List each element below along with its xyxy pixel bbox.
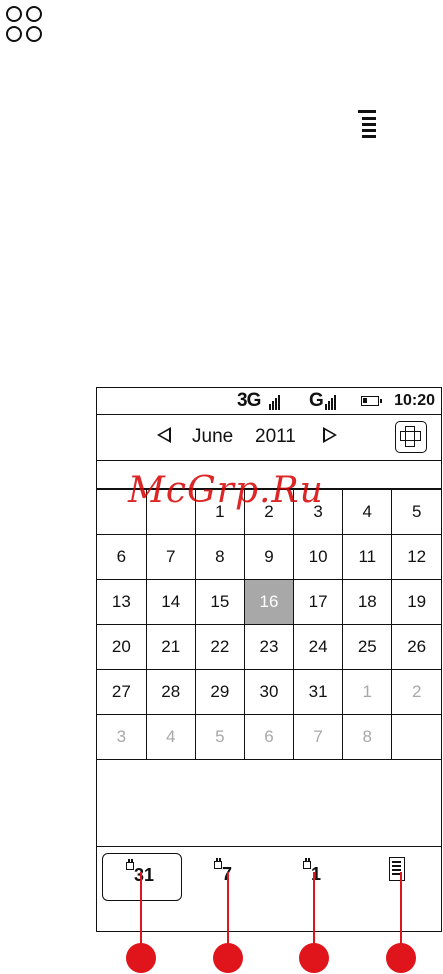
week-row: 20 21 22 23 24 25 26: [97, 624, 441, 670]
calendar-icon: [303, 858, 311, 869]
day-cell[interactable]: 12: [391, 534, 441, 580]
day-cell[interactable]: 31: [293, 669, 344, 715]
day-cell[interactable]: 17: [293, 579, 344, 625]
menu-icon: [358, 110, 376, 138]
callout-marker-2: [213, 943, 243, 973]
month-grid: 1 2 3 4 5 6 7 8 9 10 11 12 13 14 15 16 17 18 19 20 21 22 23 24 2…: [97, 489, 441, 760]
calendar-header: June 2011: [97, 415, 441, 461]
view-tab-bar: 31 7 1: [97, 846, 441, 932]
signal-icon-sim2: [325, 392, 339, 410]
day-cell[interactable]: 5: [194, 714, 245, 760]
day-cell[interactable]: 14: [145, 579, 196, 625]
day-cell[interactable]: 1: [342, 669, 393, 715]
day-cell[interactable]: 18: [342, 579, 393, 625]
clock: 10:20: [394, 392, 435, 409]
signal-icon-sim1: [269, 392, 283, 410]
day-cell[interactable]: 2: [391, 669, 441, 715]
week-row: 27 28 29 30 31 1 2: [97, 669, 441, 715]
callout-line-4: [400, 872, 402, 946]
day-cell[interactable]: 20: [97, 624, 147, 670]
day-cell[interactable]: 8: [342, 714, 393, 760]
day-cell[interactable]: 26: [391, 624, 441, 670]
day-cell[interactable]: 13: [97, 579, 147, 625]
tab-list-view[interactable]: [387, 853, 417, 901]
watermark: McGrp.Ru: [128, 470, 324, 511]
day-cell[interactable]: 6: [97, 534, 147, 580]
day-cell[interactable]: 29: [194, 669, 245, 715]
day-cell[interactable]: 8: [194, 534, 245, 580]
day-cell[interactable]: 19: [391, 579, 441, 625]
day-cell[interactable]: 6: [243, 714, 295, 760]
day-cell[interactable]: 24: [293, 624, 344, 670]
day-cell[interactable]: 10: [293, 534, 344, 580]
callout-marker-3: [299, 943, 329, 973]
day-cell[interactable]: 4: [145, 714, 196, 760]
day-cell[interactable]: 28: [145, 669, 196, 715]
day-cell[interactable]: 3: [97, 714, 147, 760]
apps-icon: [4, 4, 44, 44]
next-month-icon[interactable]: [323, 427, 337, 443]
day-cell[interactable]: 30: [243, 669, 295, 715]
network-g-label: G: [309, 390, 324, 411]
list-icon: [389, 857, 405, 881]
phone-screen: 3G G 10:20 June 2011 1 2 3 4 5 6 7 8 9 10 11 12 13 14…: [96, 387, 442, 932]
tab-month-view[interactable]: 31: [102, 853, 182, 901]
week-row: 6 7 8 9 10 11 12: [97, 534, 441, 580]
tab-day-view[interactable]: 1: [297, 853, 337, 901]
calendar-icon: [214, 858, 222, 869]
day-cell[interactable]: 25: [342, 624, 393, 670]
day-cell[interactable]: 15: [194, 579, 245, 625]
day-cell[interactable]: 21: [145, 624, 196, 670]
callout-line-2: [227, 872, 229, 946]
empty-cell: [391, 714, 441, 760]
day-cell[interactable]: 27: [97, 669, 147, 715]
day-cell[interactable]: 5: [391, 489, 441, 535]
month-label: June: [192, 426, 234, 447]
day-cell[interactable]: 9: [243, 534, 295, 580]
day-cell[interactable]: 4: [342, 489, 393, 535]
add-event-button[interactable]: [395, 421, 427, 453]
day-cell[interactable]: 7: [293, 714, 344, 760]
day-cell[interactable]: 22: [194, 624, 245, 670]
day-cell[interactable]: 7: [145, 534, 196, 580]
day-cell[interactable]: 11: [342, 534, 393, 580]
day-cell-today[interactable]: 16: [243, 579, 295, 625]
callout-marker-4: [386, 943, 416, 973]
day-cell[interactable]: 23: [243, 624, 295, 670]
status-bar: 3G G 10:20: [97, 388, 441, 415]
network-3g-label: 3G: [237, 390, 261, 411]
calendar-icon: [126, 859, 134, 870]
callout-marker-1: [126, 943, 156, 973]
week-row: 13 14 15 16 17 18 19: [97, 579, 441, 625]
callout-line-1: [140, 872, 142, 946]
week-row: 345678: [97, 714, 441, 760]
tab-month-label: 31: [134, 865, 155, 885]
callout-line-3: [313, 872, 315, 946]
battery-icon: [361, 396, 382, 406]
year-label: 2011: [255, 426, 296, 447]
prev-month-icon[interactable]: [157, 427, 171, 443]
